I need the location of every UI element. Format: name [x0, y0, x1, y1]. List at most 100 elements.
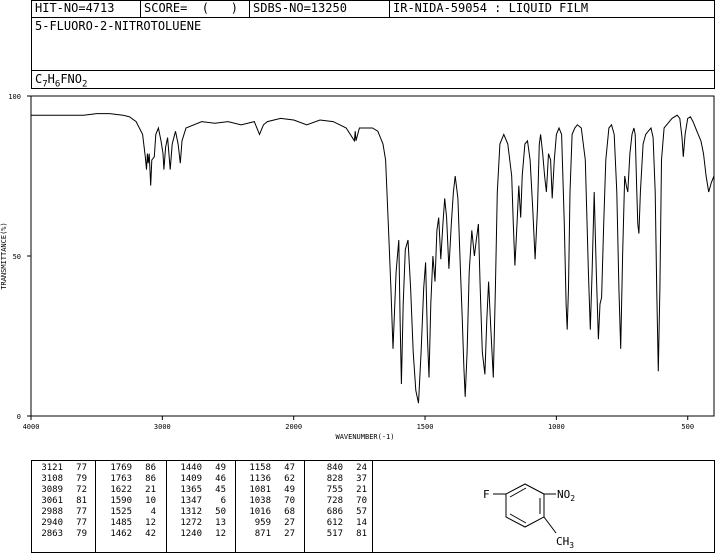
- peak-transmittance: 77: [76, 507, 87, 517]
- peak-transmittance: 21: [145, 485, 156, 495]
- peak-table-row: 1158 47: [245, 463, 295, 474]
- x-tick-label: 3000: [154, 423, 171, 431]
- peak-transmittance: 24: [356, 463, 367, 473]
- peak-wavenumber: 1312: [180, 507, 202, 517]
- peak-transmittance: 77: [76, 463, 87, 473]
- peak-wavenumber: 871: [254, 529, 271, 539]
- peak-wavenumber: 1365: [180, 485, 202, 495]
- peak-wavenumber: 1081: [249, 485, 271, 495]
- peak-wavenumber: 828: [326, 474, 343, 484]
- peak-wavenumber: 686: [326, 507, 343, 517]
- peak-wavenumber: 840: [326, 463, 343, 473]
- peak-table-row: 755 21: [317, 485, 367, 496]
- peak-wavenumber: 959: [254, 518, 271, 528]
- y-tick-label: 50: [13, 253, 21, 261]
- peak-table-row: 3061 81: [37, 496, 87, 507]
- peak-wavenumber: 3089: [41, 485, 63, 495]
- y-axis-ticks: 0 50 100: [8, 93, 31, 421]
- peak-table-row: 1485 12: [106, 518, 156, 529]
- peak-table-row: 1525 4: [106, 507, 156, 518]
- peak-wavenumber: 1038: [249, 496, 271, 506]
- peak-transmittance: 79: [76, 529, 87, 539]
- peak-wavenumber: 612: [326, 518, 343, 528]
- peak-table-row: 2940 77: [37, 518, 87, 529]
- peak-table-row: 1409 46: [176, 474, 226, 485]
- ir-spectrum-chart: 4000 3000 2000 1500 1000 500 0 50 100 WAVENUMBE…: [0, 93, 715, 441]
- peak-transmittance: 62: [284, 474, 295, 484]
- peak-table-column: 3121 77 3108 79 3089 72 3061 81 2988 77 2940 77 2863…: [37, 463, 87, 540]
- peak-wavenumber: 1769: [110, 463, 132, 473]
- peak-table-column: 1158 47 1136 62 1081 49 1038 70 1016 68 959 27 871 27: [245, 463, 295, 540]
- peak-wavenumber: 1440: [180, 463, 202, 473]
- peak-wavenumber: 1525: [110, 507, 132, 517]
- peak-transmittance: 42: [145, 529, 156, 539]
- peak-table-row: 1440 49: [176, 463, 226, 474]
- peak-transmittance: 10: [145, 496, 156, 506]
- y-tick-label: 100: [8, 93, 21, 101]
- peak-wavenumber: 2863: [41, 529, 63, 539]
- peak-table-row: 2988 77: [37, 507, 87, 518]
- peak-table-row: 1312 50: [176, 507, 226, 518]
- peak-transmittance: 46: [215, 474, 226, 484]
- peak-transmittance: 4: [150, 507, 156, 517]
- y-axis-title: TRANSMITTANCE(%): [0, 222, 8, 289]
- peak-transmittance: 37: [356, 474, 367, 484]
- peak-wavenumber: 3121: [41, 463, 63, 473]
- peak-table-row: 3121 77: [37, 463, 87, 474]
- peak-transmittance: 72: [76, 485, 87, 495]
- plot-frame: [30, 95, 715, 417]
- peak-table-row: 871 27: [245, 529, 295, 540]
- peak-wavenumber: 3061: [41, 496, 63, 506]
- peak-wavenumber: 1240: [180, 529, 202, 539]
- peak-transmittance: 13: [215, 518, 226, 528]
- peak-transmittance: 50: [215, 507, 226, 517]
- peak-wavenumber: 1016: [249, 507, 271, 517]
- x-tick-label: 4000: [23, 423, 40, 431]
- peak-wavenumber: 1409: [180, 474, 202, 484]
- peak-table-row: 1590 10: [106, 496, 156, 507]
- peak-wavenumber: 2940: [41, 518, 63, 528]
- peak-table-row: 959 27: [245, 518, 295, 529]
- peak-table-row: 1763 86: [106, 474, 156, 485]
- peak-wavenumber: 3108: [41, 474, 63, 484]
- peak-wavenumber: 1763: [110, 474, 132, 484]
- x-tick-label: 1500: [417, 423, 434, 431]
- peak-wavenumber: 2988: [41, 507, 63, 517]
- peak-transmittance: 86: [145, 474, 156, 484]
- peak-table-row: 1272 13: [176, 518, 226, 529]
- peak-transmittance: 57: [356, 507, 367, 517]
- peak-table-row: 1769 86: [106, 463, 156, 474]
- peak-table-row: 1081 49: [245, 485, 295, 496]
- peak-transmittance: 79: [76, 474, 87, 484]
- peak-table-column: 1769 86 1763 86 1622 21 1590 10 1525 4 1485 12 1462 4…: [106, 463, 156, 540]
- peak-table-divider: [166, 461, 167, 552]
- x-tick-label: 1000: [548, 423, 565, 431]
- peak-transmittance: 70: [356, 496, 367, 506]
- peak-transmittance: 81: [356, 529, 367, 539]
- peak-transmittance: 77: [76, 518, 87, 528]
- peak-wavenumber: 1347: [180, 496, 202, 506]
- peak-table-row: 1347 6: [176, 496, 226, 507]
- x-tick-label: 2000: [285, 423, 302, 431]
- peak-transmittance: 45: [215, 485, 226, 495]
- peak-table-row: 828 37: [317, 474, 367, 485]
- peak-transmittance: 14: [356, 518, 367, 528]
- peak-table-row: 2863 79: [37, 529, 87, 540]
- spectrum-line: [31, 113, 715, 404]
- peak-wavenumber: 1485: [110, 518, 132, 528]
- peak-transmittance: 12: [215, 529, 226, 539]
- peak-wavenumber: 1158: [249, 463, 271, 473]
- peak-transmittance: 70: [284, 496, 295, 506]
- peak-table-row: 1462 42: [106, 529, 156, 540]
- peak-table-row: 1622 21: [106, 485, 156, 496]
- peak-wavenumber: 1590: [110, 496, 132, 506]
- peak-table-divider: [372, 461, 373, 552]
- peak-transmittance: 6: [220, 496, 226, 506]
- peak-table-column: 1440 49 1409 46 1365 45 1347 6 1312 50 1272 13 1240 1…: [176, 463, 226, 540]
- peak-transmittance: 86: [145, 463, 156, 473]
- peak-transmittance: 47: [284, 463, 295, 473]
- x-tick-label: 500: [681, 423, 694, 431]
- peak-transmittance: 68: [284, 507, 295, 517]
- peak-table-divider: [304, 461, 305, 552]
- peak-table-row: 1038 70: [245, 496, 295, 507]
